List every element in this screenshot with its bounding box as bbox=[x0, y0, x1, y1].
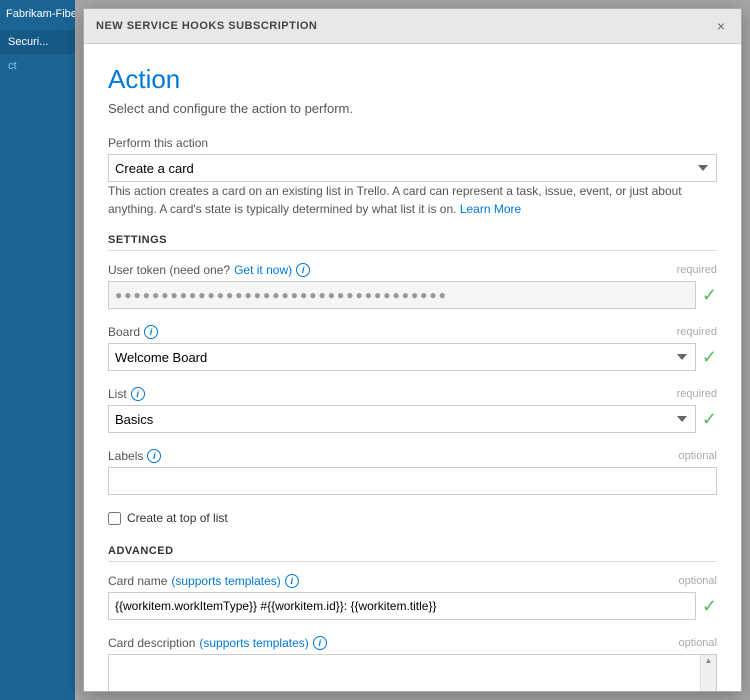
sidebar-header: Fabrikam-Fibe... bbox=[0, 0, 75, 28]
labels-label-left: Labels i bbox=[108, 449, 161, 463]
labels-input[interactable] bbox=[108, 467, 717, 495]
sidebar: Fabrikam-Fibe... Securi... ct bbox=[0, 0, 75, 700]
modal-dialog: NEW SERVICE HOOKS SUBSCRIPTION × Action … bbox=[83, 8, 742, 692]
card-name-label-left: Card name (supports templates) i bbox=[108, 574, 299, 588]
list-select-wrapper: Basics ✓ bbox=[108, 405, 717, 433]
board-required-tag: required bbox=[677, 326, 717, 338]
page-subtitle: Select and configure the action to perfo… bbox=[108, 101, 717, 116]
advanced-heading: ADVANCED bbox=[108, 545, 717, 562]
card-name-field-group: Card name (supports templates) i optiona… bbox=[108, 574, 717, 620]
card-desc-label: Card description bbox=[108, 636, 195, 650]
list-required-tag: required bbox=[677, 388, 717, 400]
token-field-group: User token (need one? Get it now) i requ… bbox=[108, 263, 717, 309]
card-name-label: Card name bbox=[108, 574, 167, 588]
labels-label-row: Labels i optional bbox=[108, 449, 717, 463]
token-label-row: User token (need one? Get it now) i requ… bbox=[108, 263, 717, 277]
get-it-now-link[interactable]: Get it now) bbox=[234, 263, 292, 277]
card-name-optional-tag: optional bbox=[678, 575, 717, 587]
card-name-input[interactable] bbox=[108, 592, 696, 620]
top-of-list-checkbox[interactable] bbox=[108, 512, 121, 525]
settings-heading: SETTINGS bbox=[108, 234, 717, 251]
modal-close-button[interactable]: × bbox=[713, 17, 729, 35]
card-name-info-icon[interactable]: i bbox=[285, 574, 299, 588]
card-desc-scrollbar: ▲ ▼ bbox=[700, 655, 716, 691]
card-desc-optional-tag: optional bbox=[678, 637, 717, 649]
action-field-label: Perform this action bbox=[108, 136, 717, 150]
modal-title: NEW SERVICE HOOKS SUBSCRIPTION bbox=[96, 20, 317, 32]
labels-label: Labels bbox=[108, 449, 143, 463]
list-label-left: List i bbox=[108, 387, 145, 401]
action-description: This action creates a card on an existin… bbox=[108, 182, 717, 218]
card-name-check-icon: ✓ bbox=[702, 596, 717, 617]
sidebar-link[interactable]: ct bbox=[0, 54, 75, 78]
board-label-left: Board i bbox=[108, 325, 158, 339]
board-label: Board bbox=[108, 325, 140, 339]
board-select-wrapper: Welcome Board ✓ bbox=[108, 343, 717, 371]
learn-more-link[interactable]: Learn More bbox=[460, 202, 521, 216]
token-input-row: ✓ bbox=[108, 281, 717, 309]
card-desc-label-row: Card description (supports templates) i … bbox=[108, 636, 717, 650]
action-field-group: Perform this action Create a card This a… bbox=[108, 136, 717, 218]
card-desc-label-left: Card description (supports templates) i bbox=[108, 636, 327, 650]
modal-overlay: NEW SERVICE HOOKS SUBSCRIPTION × Action … bbox=[75, 0, 750, 700]
list-info-icon[interactable]: i bbox=[131, 387, 145, 401]
scroll-up-arrow[interactable]: ▲ bbox=[705, 656, 713, 665]
action-select[interactable]: Create a card bbox=[108, 154, 717, 182]
labels-info-icon[interactable]: i bbox=[147, 449, 161, 463]
labels-optional-tag: optional bbox=[678, 450, 717, 462]
checkbox-row: Create at top of list bbox=[108, 511, 717, 525]
modal-body: Action Select and configure the action t… bbox=[84, 44, 741, 691]
board-label-row: Board i required bbox=[108, 325, 717, 339]
list-field-group: List i required Basics ✓ bbox=[108, 387, 717, 433]
card-desc-info-icon[interactable]: i bbox=[313, 636, 327, 650]
sidebar-nav-item[interactable]: Securi... bbox=[0, 30, 75, 54]
card-name-supports-link[interactable]: (supports templates) bbox=[171, 574, 280, 588]
list-select[interactable]: Basics bbox=[108, 405, 696, 433]
page-title: Action bbox=[108, 64, 717, 95]
card-name-input-row: ✓ bbox=[108, 592, 717, 620]
card-desc-field-group: Card description (supports templates) i … bbox=[108, 636, 717, 691]
token-check-icon: ✓ bbox=[702, 285, 717, 306]
token-label-left: User token (need one? Get it now) i bbox=[108, 263, 310, 277]
list-label-row: List i required bbox=[108, 387, 717, 401]
modal-header: NEW SERVICE HOOKS SUBSCRIPTION × bbox=[84, 9, 741, 44]
token-input[interactable] bbox=[108, 281, 696, 309]
list-label: List bbox=[108, 387, 127, 401]
token-info-icon[interactable]: i bbox=[296, 263, 310, 277]
card-desc-textarea[interactable] bbox=[109, 655, 716, 691]
card-desc-supports-link[interactable]: (supports templates) bbox=[199, 636, 308, 650]
board-field-group: Board i required Welcome Board ✓ bbox=[108, 325, 717, 371]
token-required-tag: required bbox=[677, 264, 717, 276]
card-name-label-row: Card name (supports templates) i optiona… bbox=[108, 574, 717, 588]
board-check-icon: ✓ bbox=[702, 347, 717, 368]
token-label: User token (need one? bbox=[108, 263, 230, 277]
list-check-icon: ✓ bbox=[702, 409, 717, 430]
board-select[interactable]: Welcome Board bbox=[108, 343, 696, 371]
labels-field-group: Labels i optional bbox=[108, 449, 717, 495]
checkbox-label: Create at top of list bbox=[127, 511, 228, 525]
card-desc-textarea-wrapper: ▲ ▼ bbox=[108, 654, 717, 691]
main-content: NEW SERVICE HOOKS SUBSCRIPTION × Action … bbox=[75, 0, 750, 700]
board-info-icon[interactable]: i bbox=[144, 325, 158, 339]
